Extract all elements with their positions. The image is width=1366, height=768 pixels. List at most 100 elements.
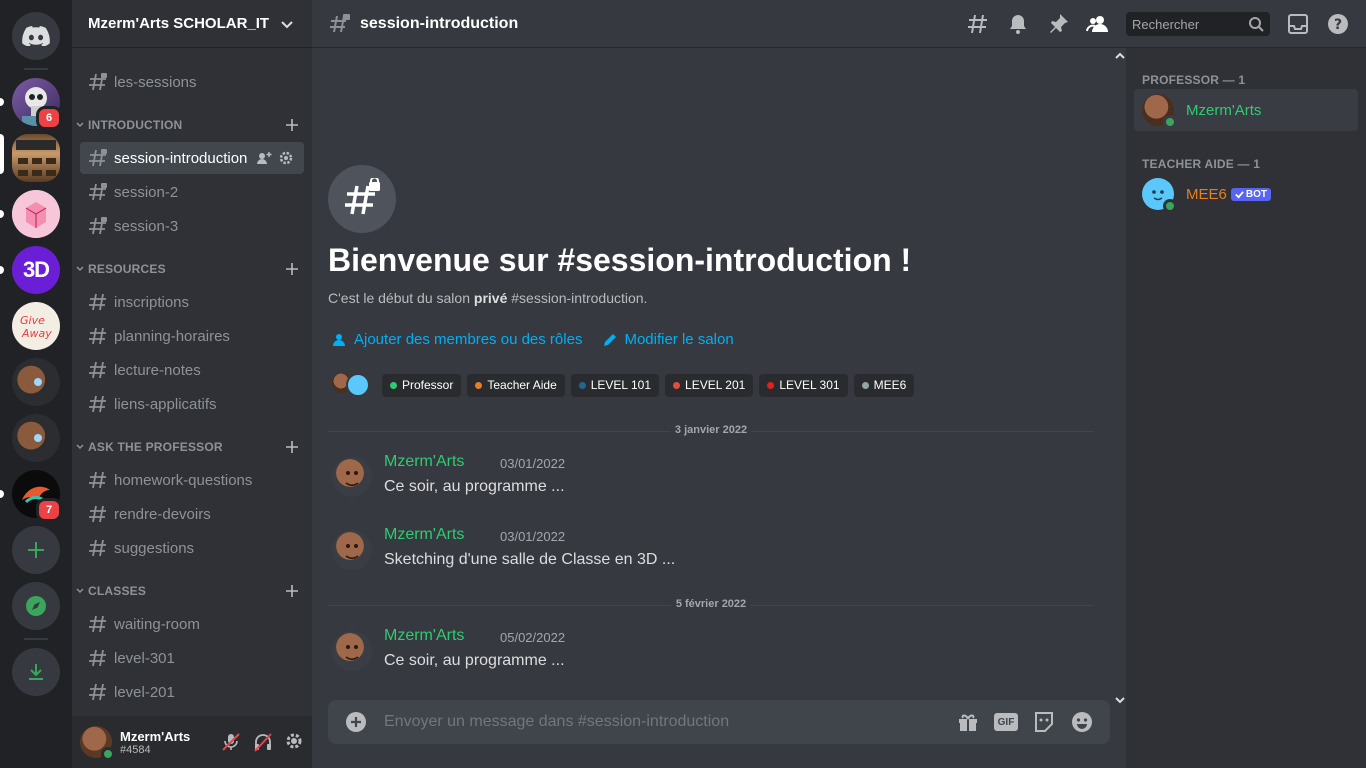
channel-planning-horaires[interactable]: planning-horaires	[80, 320, 304, 352]
bell-icon[interactable]	[1006, 12, 1030, 36]
rail-separator	[24, 638, 48, 640]
mic-muted-icon[interactable]	[220, 731, 242, 753]
date-divider: 5 février 2022	[328, 598, 1094, 610]
category-header[interactable]: RESOURCES	[74, 259, 304, 279]
help-icon[interactable]: ?	[1326, 12, 1350, 36]
headphones-deafened-icon[interactable]	[252, 731, 274, 753]
add-server-button[interactable]	[12, 526, 60, 574]
message-input[interactable]: Envoyer un message dans #session-introdu…	[384, 713, 729, 731]
avatar	[1142, 178, 1177, 213]
server-icon-bird[interactable]: 7	[12, 470, 62, 522]
edit-channel-link[interactable]: Modifier le salon	[602, 331, 734, 348]
role-chip[interactable]: MEE6	[853, 373, 915, 397]
avatar[interactable]	[332, 530, 372, 570]
add-attachment-icon[interactable]	[344, 710, 368, 734]
unread-pill	[0, 98, 4, 106]
search-input[interactable]: Rechercher	[1126, 12, 1270, 36]
channel-lecture-notes[interactable]: lecture-notes	[80, 354, 304, 386]
gif-picker-button[interactable]: GIF	[994, 713, 1018, 731]
home-button[interactable]	[12, 12, 60, 60]
category-header[interactable]: INTRODUCTION	[74, 115, 304, 135]
online-status	[101, 747, 115, 761]
header-toolbar: Rechercher ?	[966, 12, 1350, 36]
mention-badge: 6	[36, 106, 62, 130]
settings-gear-icon[interactable]	[284, 731, 304, 751]
inbox-icon[interactable]	[1286, 12, 1310, 36]
hash-icon	[89, 505, 106, 523]
message-author[interactable]: Mzerm'Arts	[384, 453, 464, 471]
message-author[interactable]: Mzerm'Arts	[384, 526, 464, 544]
message-author[interactable]: Mzerm'Arts	[384, 627, 464, 645]
emoji-icon[interactable]	[1070, 710, 1094, 734]
user-panel: Mzerm'Arts #4584	[72, 716, 312, 768]
locked-hash-icon	[345, 178, 380, 215]
category-header[interactable]: CLASSES	[74, 581, 304, 601]
gift-icon[interactable]	[956, 710, 980, 734]
pin-icon[interactable]	[1046, 12, 1070, 36]
server-icon-3d[interactable]: 3D	[12, 246, 60, 294]
channel-level-301[interactable]: level-301	[80, 642, 304, 674]
channel-suggestions[interactable]: suggestions	[80, 532, 304, 564]
server-icon-box[interactable]	[12, 190, 60, 238]
scrollbar[interactable]	[1114, 48, 1126, 708]
members-icon[interactable]	[1086, 12, 1110, 36]
hash-icon	[89, 683, 106, 701]
role-chip[interactable]: Professor	[382, 373, 462, 397]
role-chip[interactable]: Teacher Aide	[467, 373, 565, 397]
channel-homework-questions[interactable]: homework-questions	[80, 464, 304, 496]
channel-label: session-3	[114, 217, 179, 235]
role-color-dot	[390, 381, 397, 389]
download-apps-button[interactable]	[12, 648, 60, 696]
role-chip[interactable]: LEVEL 201	[665, 373, 754, 397]
chevron-down-icon	[281, 20, 293, 28]
sticker-icon[interactable]	[1032, 710, 1056, 734]
avatar[interactable]	[332, 631, 372, 671]
add-channel-icon[interactable]	[284, 583, 300, 599]
member-list: PROFESSOR — 1 Mzerm'Arts TEACHER AIDE — …	[1126, 48, 1366, 768]
channel-sidebar: Mzerm'Arts SCHOLAR_IT les-sessions INTROD…	[72, 0, 312, 768]
server-icon-classroom[interactable]	[12, 134, 60, 182]
channel-liens-applicatifs[interactable]: liens-applicatifs	[80, 388, 304, 420]
avatar[interactable]	[332, 457, 372, 497]
channel-level-201[interactable]: level-201	[80, 676, 304, 708]
category-header[interactable]: ASK THE PROFESSOR	[74, 437, 304, 457]
role-name: LEVEL 101	[590, 378, 652, 392]
invite-icon[interactable]	[256, 150, 272, 166]
channel-settings-icon[interactable]	[278, 150, 294, 166]
avatar[interactable]	[80, 726, 115, 761]
add-server-icon	[28, 542, 44, 558]
server-icon-avatar-1[interactable]	[12, 358, 60, 406]
channel-waiting-room[interactable]: waiting-room	[80, 608, 304, 640]
date-divider-label: 3 janvier 2022	[670, 424, 752, 436]
channel-session-2[interactable]: session-2	[80, 176, 304, 208]
threads-icon[interactable]	[966, 12, 990, 36]
user-info[interactable]: Mzerm'Arts #4584	[120, 729, 190, 756]
add-channel-icon[interactable]	[284, 439, 300, 455]
message-area: Bienvenue sur #session-introduction ! C'…	[312, 48, 1126, 768]
explore-servers-button[interactable]	[12, 582, 60, 630]
add-members-link[interactable]: Ajouter des membres ou des rôles	[332, 331, 582, 348]
add-channel-icon[interactable]	[284, 261, 300, 277]
welcome-title: Bienvenue sur #session-introduction !	[328, 242, 912, 278]
chevron-down-icon	[76, 444, 84, 450]
scroll-up-icon[interactable]	[1114, 50, 1126, 62]
search-placeholder: Rechercher	[1132, 16, 1200, 32]
channel-session-introduction[interactable]: session-introduction	[80, 142, 304, 174]
channel-inscriptions[interactable]: inscriptions	[80, 286, 304, 318]
role-chip[interactable]: LEVEL 101	[570, 373, 660, 397]
member-item[interactable]: Mzerm'Arts	[1134, 89, 1358, 131]
role-chip[interactable]: LEVEL 301	[759, 373, 848, 397]
server-icon-skull[interactable]: 6	[12, 78, 62, 130]
member-item[interactable]: MEE6 BOT	[1134, 173, 1358, 215]
server-icon-avatar-2[interactable]	[12, 414, 60, 462]
channel-session-3[interactable]: session-3	[80, 210, 304, 242]
message-text: Ce soir, au programme ...	[384, 652, 565, 669]
verified-check-icon	[1235, 190, 1244, 199]
message-composer[interactable]: Envoyer un message dans #session-introdu…	[328, 700, 1110, 744]
add-channel-icon[interactable]	[284, 117, 300, 133]
server-icon-giveaway[interactable]: Give Away	[12, 302, 60, 350]
server-header[interactable]: Mzerm'Arts SCHOLAR_IT	[72, 0, 312, 48]
channel-rendre-devoirs[interactable]: rendre-devoirs	[80, 498, 304, 530]
channel-les-sessions[interactable]: les-sessions	[80, 66, 304, 98]
scroll-down-icon[interactable]	[1114, 694, 1126, 706]
